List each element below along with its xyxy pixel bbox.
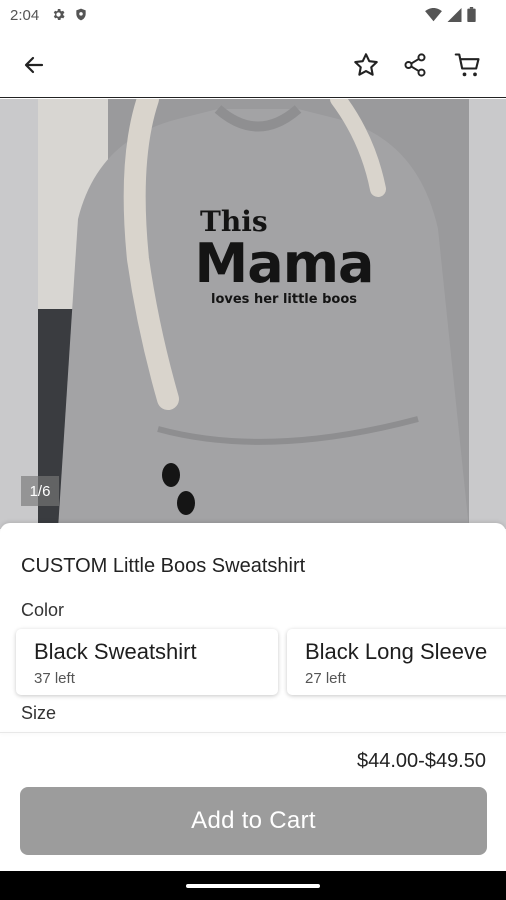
product-title: CUSTOM Little Boos Sweatshirt (21, 555, 306, 577)
print-line-loves: loves her little boos (211, 292, 357, 307)
divider (0, 732, 506, 733)
add-to-cart-button[interactable]: Add to Cart (20, 787, 487, 855)
app-bar (0, 32, 506, 98)
shield-icon (76, 8, 86, 21)
share-button[interactable] (393, 43, 437, 87)
status-time: 2:04 (10, 7, 40, 24)
price-range: $44.00-$49.50 (356, 750, 486, 772)
gear-icon (53, 9, 65, 20)
status-left-icons (51, 7, 88, 22)
variant-option-black-sweatshirt[interactable]: Black Sweatshirt 37 left (16, 629, 278, 695)
home-gesture-handle[interactable] (186, 884, 320, 888)
arrow-back-icon (24, 56, 44, 74)
status-bar: 2:04 (0, 0, 506, 32)
shirt-print: This Mama loves her little boos (194, 207, 375, 309)
share-icon (404, 53, 426, 77)
color-label: Color (21, 600, 65, 620)
product-photo: This Mama loves her little boos (38, 99, 469, 529)
variant-stock: 37 left (34, 670, 75, 687)
wifi-icon (425, 7, 442, 21)
variant-name: Black Long Sleeve (305, 639, 488, 664)
battery-icon (467, 7, 476, 22)
signal-icon (447, 7, 462, 22)
star-outline-icon (354, 53, 378, 76)
cart-button[interactable] (446, 43, 490, 87)
variant-name: Black Sweatshirt (34, 639, 197, 664)
variant-option-black-long-sleeve[interactable]: Black Long Sleeve 27 left (287, 629, 506, 695)
variant-stock: 27 left (305, 670, 346, 687)
sweatshirt-illustration (38, 99, 469, 529)
size-label: Size (21, 703, 57, 723)
favorite-button[interactable] (344, 43, 388, 87)
page-indicator: 1/6 (21, 476, 59, 506)
cart-icon (454, 53, 480, 77)
back-button[interactable] (12, 43, 56, 87)
system-navigation-bar (0, 871, 506, 900)
product-image-gallery[interactable]: This Mama loves her little boos (0, 99, 506, 529)
status-right-icons (425, 7, 476, 22)
color-variant-list[interactable]: Black Sweatshirt 37 left Black Long Slee… (16, 629, 506, 695)
product-options-sheet: CUSTOM Little Boos Sweatshirt Color Blac… (0, 523, 506, 871)
print-line-mama: Mama (194, 232, 375, 295)
